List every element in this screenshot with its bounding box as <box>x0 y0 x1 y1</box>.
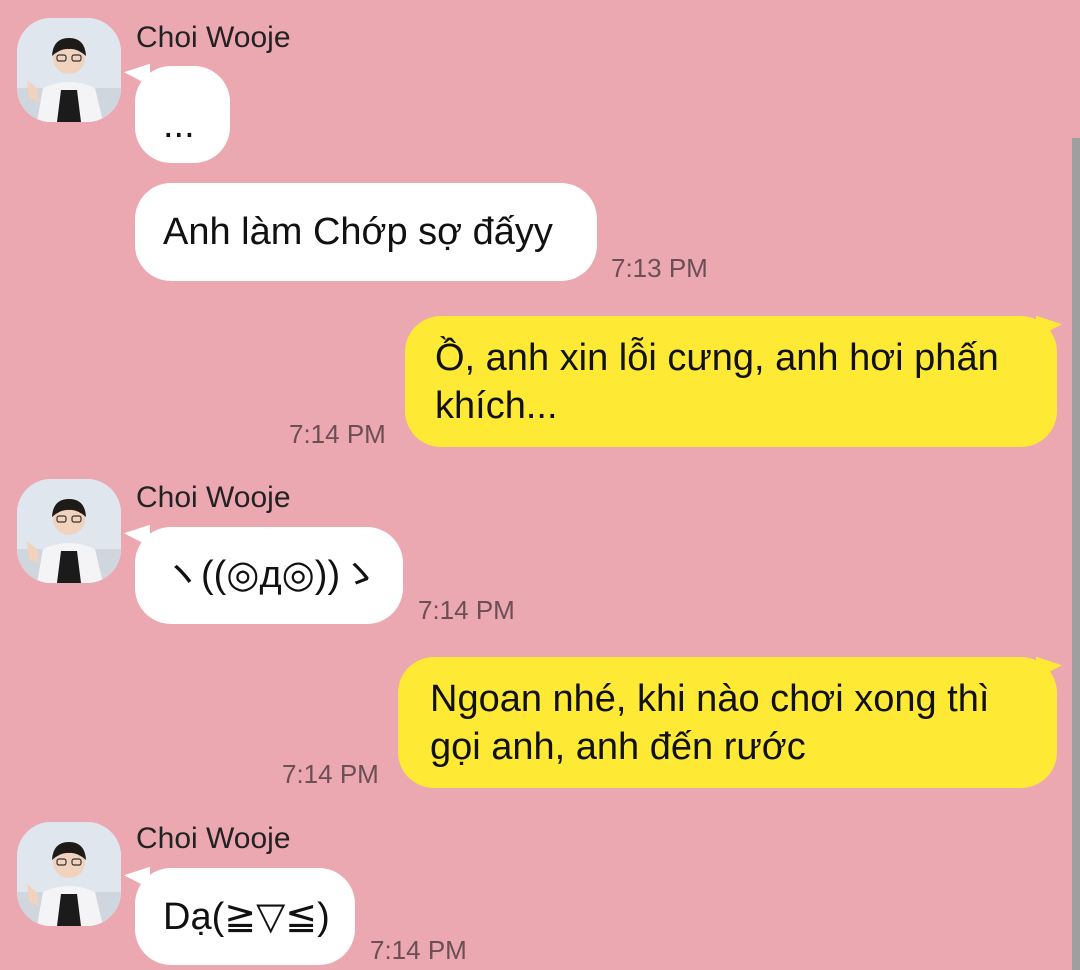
message-bubble-incoming[interactable]: ヽ((◎д◎))ゝ <box>135 527 403 624</box>
message-text: ... <box>163 104 195 146</box>
contact-avatar[interactable] <box>17 822 121 926</box>
message-timestamp: 7:14 PM <box>418 595 515 625</box>
chat-view: Choi Wooje ... Anh làm Chớp sợ đấyy 7:13… <box>0 0 1080 970</box>
contact-avatar[interactable] <box>17 18 121 122</box>
message-bubble-incoming[interactable]: Anh làm Chớp sợ đấyy <box>135 183 597 281</box>
message-text: ヽ((◎д◎))ゝ <box>163 554 379 596</box>
avatar-photo-icon <box>17 479 121 583</box>
message-bubble-outgoing[interactable]: Ngoan nhé, khi nào chơi xong thì gọi anh… <box>398 657 1057 788</box>
message-bubble-incoming[interactable]: ... <box>135 66 230 163</box>
scrollbar[interactable] <box>1072 138 1080 970</box>
message-text-line: Ngoan nhé, khi nào chơi xong thì <box>430 678 990 720</box>
sender-name: Choi Wooje <box>136 21 291 54</box>
avatar-photo-icon <box>17 822 121 926</box>
sender-name: Choi Wooje <box>136 481 291 514</box>
message-timestamp: 7:14 PM <box>370 935 467 965</box>
message-text-line: Ồ, anh xin lỗi cưng, anh hơi phấn <box>435 337 999 379</box>
avatar-photo-icon <box>17 18 121 122</box>
message-timestamp: 7:14 PM <box>282 759 379 789</box>
message-bubble-incoming[interactable]: Dạ(≧▽≦) <box>135 868 355 965</box>
contact-avatar[interactable] <box>17 479 121 583</box>
message-text: Anh làm Chớp sợ đấyy <box>163 211 553 253</box>
message-bubble-outgoing[interactable]: Ồ, anh xin lỗi cưng, anh hơi phấn khích.… <box>405 316 1057 447</box>
message-timestamp: 7:13 PM <box>611 253 708 283</box>
message-text-line: khích... <box>435 385 558 427</box>
sender-name: Choi Wooje <box>136 822 291 855</box>
message-text: Dạ(≧▽≦) <box>163 896 330 938</box>
message-timestamp: 7:14 PM <box>289 419 386 449</box>
message-text-line: gọi anh, anh đến rước <box>430 726 806 768</box>
